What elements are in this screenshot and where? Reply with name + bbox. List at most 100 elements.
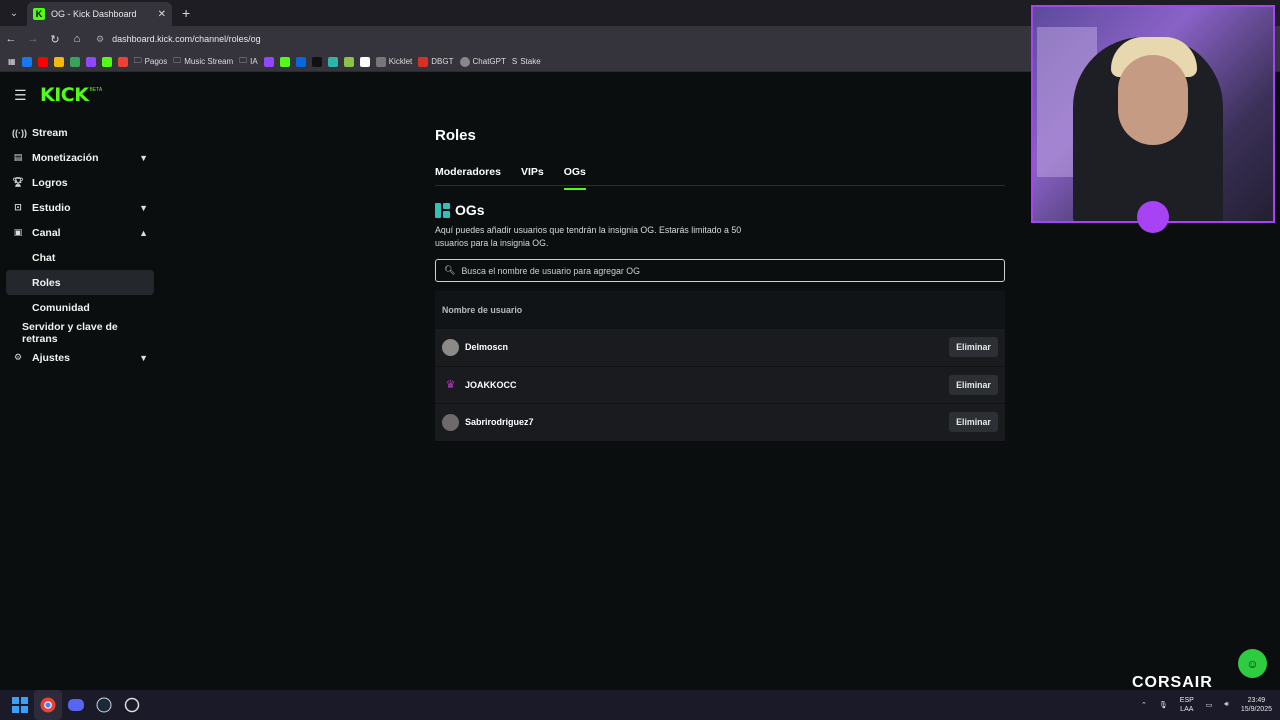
- windows-taskbar: ⌃ 🎙︎ ESP LAA ▭ 🔊︎ 23:49 15/9/2025: [0, 690, 1280, 720]
- chevron-down-icon[interactable]: ▼: [139, 153, 148, 163]
- studio-icon: ⊡: [14, 202, 22, 212]
- tab-title: OG - Kick Dashboard: [51, 9, 137, 19]
- sidebar-item-servidor[interactable]: Servidor y clave de retrans: [6, 320, 154, 345]
- microphone-icon[interactable]: 🎙︎: [1159, 701, 1168, 709]
- tiktok-icon[interactable]: [311, 56, 322, 67]
- app-icon[interactable]: [118, 690, 146, 720]
- gmail-icon[interactable]: [117, 56, 128, 67]
- username[interactable]: JOAKKOCC: [465, 380, 949, 390]
- column-header-username: Nombre de usuario: [435, 291, 1005, 328]
- section-description: Aquí puedes añadir usuarios que tendrán …: [435, 225, 742, 248]
- streamer-badge-icon: [1137, 201, 1169, 233]
- twitch-icon[interactable]: [263, 56, 274, 67]
- search-icon: 🔍︎: [444, 265, 456, 275]
- sidebar-item-roles[interactable]: Roles: [6, 270, 154, 295]
- volume-icon[interactable]: 🔊︎: [1224, 701, 1228, 709]
- meta-icon[interactable]: [295, 56, 306, 67]
- app-icon[interactable]: [343, 56, 354, 67]
- tab-ogs[interactable]: OGs: [563, 166, 587, 190]
- trophy-icon: 🏆︎: [12, 177, 24, 187]
- kick-icon[interactable]: [279, 56, 290, 67]
- steam-icon[interactable]: [90, 690, 118, 720]
- binance-icon[interactable]: [53, 56, 64, 67]
- sidebar-item-monetizacion[interactable]: ▤ Monetización ▼: [6, 145, 154, 170]
- folder-icon: 🗀: [239, 55, 248, 65]
- sidebar-item-stream[interactable]: ((·)) Stream: [6, 120, 154, 145]
- avatar[interactable]: ♛: [442, 376, 459, 393]
- chevron-up-icon[interactable]: ▲: [139, 228, 148, 238]
- bookmark-chatgpt[interactable]: ChatGPT: [459, 56, 506, 67]
- username[interactable]: Delmoscn: [465, 342, 949, 352]
- table-row: Delmoscn Eliminar: [435, 328, 1005, 366]
- home-icon[interactable]: ⌂: [66, 33, 88, 45]
- twitch-icon[interactable]: [85, 56, 96, 67]
- avatar[interactable]: [442, 413, 459, 431]
- sidebar-item-logros[interactable]: 🏆︎ Logros: [6, 170, 154, 195]
- system-tray: ⌃ 🎙︎ ESP LAA ▭ 🔊︎ 23:49 15/9/2025: [1141, 690, 1272, 720]
- chevron-down-icon[interactable]: ▼: [139, 353, 148, 363]
- youtube-icon[interactable]: [37, 56, 48, 67]
- site-info-icon[interactable]: ⚙: [96, 34, 104, 45]
- bookmark-dbgt[interactable]: DBGT: [418, 56, 454, 67]
- hamburger-menu-icon[interactable]: ☰: [14, 87, 30, 104]
- eliminar-button[interactable]: Eliminar: [949, 412, 998, 433]
- kick-icon[interactable]: [101, 56, 112, 67]
- tab-vips[interactable]: VIPs: [521, 166, 544, 185]
- clock[interactable]: 23:49 15/9/2025: [1241, 696, 1272, 714]
- username[interactable]: Sabrirodriguez7: [465, 417, 949, 427]
- chevron-up-icon[interactable]: ⌃: [1141, 701, 1147, 709]
- kick-favicon-icon: K: [33, 8, 45, 20]
- broadcast-icon: ((·)): [12, 127, 27, 138]
- eliminar-button[interactable]: Eliminar: [949, 374, 998, 395]
- reload-icon[interactable]: ↻: [44, 33, 66, 46]
- table-row: Sabrirodriguez7 Eliminar: [435, 403, 1005, 441]
- chevron-down-icon[interactable]: ▼: [139, 203, 148, 213]
- og-section-header: OGs: [435, 202, 1005, 218]
- windows-start-icon[interactable]: [6, 690, 34, 720]
- url-text: dashboard.kick.com/channel/roles/og: [112, 34, 261, 44]
- drive-icon[interactable]: [69, 56, 80, 67]
- apps-icon[interactable]: ▦: [8, 57, 16, 66]
- og-search-input[interactable]: [461, 265, 982, 276]
- discord-icon[interactable]: [62, 690, 90, 720]
- tab-search-icon[interactable]: ⌄: [3, 2, 25, 24]
- close-tab-icon[interactable]: ✕: [158, 9, 166, 20]
- kick-logo[interactable]: KICK: [40, 84, 89, 106]
- browser-tab[interactable]: K OG - Kick Dashboard ✕: [27, 2, 172, 26]
- avatar[interactable]: [442, 338, 459, 356]
- sidebar: ((·)) Stream ▤ Monetización ▼ 🏆︎ Logros …: [6, 120, 154, 370]
- chrome-icon[interactable]: [34, 690, 62, 720]
- bookmark-kicklet[interactable]: Kicklet: [375, 56, 412, 67]
- section-title: OGs: [455, 202, 485, 218]
- chat-support-icon[interactable]: ☺: [1238, 649, 1267, 678]
- gear-icon: ⚙: [13, 352, 23, 362]
- bookmark-ia[interactable]: 🗀 IA: [239, 55, 258, 69]
- sidebar-item-ajustes[interactable]: ⚙ Ajustes ▼: [6, 345, 154, 370]
- back-icon[interactable]: ←: [0, 33, 22, 45]
- page-title: Roles: [435, 127, 476, 144]
- app-icon[interactable]: [327, 56, 338, 67]
- sidebar-item-canal[interactable]: ▣ Canal ▲: [6, 220, 154, 245]
- bookmark-stake[interactable]: S Stake: [512, 57, 541, 66]
- url-field[interactable]: ⚙ dashboard.kick.com/channel/roles/og: [96, 34, 261, 45]
- chatgpt-icon: [459, 56, 470, 67]
- tab-moderadores[interactable]: Moderadores: [435, 166, 501, 185]
- network-icon[interactable]: ▭: [1206, 701, 1213, 709]
- bookmark-music-stream[interactable]: 🗀 Music Stream: [173, 55, 233, 69]
- sidebar-item-chat[interactable]: Chat: [6, 245, 154, 270]
- facebook-icon[interactable]: [21, 56, 32, 67]
- roles-panel: Roles Moderadores VIPs OGs OGs Aquí pued…: [435, 127, 1005, 441]
- sidebar-item-comunidad[interactable]: Comunidad: [6, 295, 154, 320]
- sidebar-item-estudio[interactable]: ⊡ Estudio ▼: [6, 195, 154, 220]
- bookmark-pagos[interactable]: 🗀 Pagos: [134, 55, 168, 69]
- kicklet-icon: [375, 56, 386, 67]
- dbgt-icon: [418, 56, 429, 67]
- eliminar-button[interactable]: Eliminar: [949, 337, 998, 358]
- webcam-overlay: [1031, 5, 1275, 223]
- language-indicator[interactable]: ESP LAA: [1180, 696, 1194, 714]
- new-tab-icon[interactable]: +: [182, 5, 190, 21]
- channel-icon: ▣: [13, 227, 23, 237]
- forward-icon[interactable]: →: [22, 33, 44, 45]
- app-icon[interactable]: [359, 56, 370, 67]
- og-search-box: 🔍︎: [435, 259, 1005, 282]
